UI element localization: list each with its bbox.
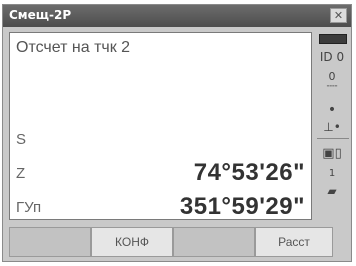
close-button[interactable]: ✕ bbox=[330, 8, 347, 23]
card-icon: ▣▯ bbox=[322, 146, 342, 161]
mode-text: ID 0 bbox=[319, 50, 345, 64]
softkey-bar: КОНФ Расст bbox=[9, 227, 351, 257]
softkey-f1[interactable] bbox=[9, 227, 91, 257]
close-icon: ✕ bbox=[333, 9, 344, 22]
softkey-f3[interactable] bbox=[173, 227, 255, 257]
softkey-konf[interactable]: КОНФ bbox=[91, 227, 173, 257]
title-bar: Смещ-2Р ✕ bbox=[3, 5, 351, 27]
mode-icon: ID 0 bbox=[313, 50, 351, 64]
softkey-label: КОНФ bbox=[115, 235, 149, 249]
row-value: 351°59'29" bbox=[179, 193, 305, 220]
row-label: S bbox=[16, 131, 27, 148]
row-hz: ГУп 351°59'29" bbox=[10, 193, 311, 223]
row-value: 74°53'26" bbox=[193, 159, 305, 186]
row-label: ГУп bbox=[16, 199, 42, 216]
panel-heading: Отсчет на тчк 2 bbox=[16, 39, 131, 56]
softkey-label: Расст bbox=[278, 235, 310, 249]
row-s: S bbox=[10, 125, 311, 155]
reflector-icon: ⊥• bbox=[323, 120, 341, 134]
instrument-screen: Смещ-2Р ✕ Отсчет на тчк 2 S Z 74°53'26" … bbox=[2, 4, 352, 262]
battery-icon bbox=[319, 34, 347, 44]
measurement-panel: Отсчет на тчк 2 S Z 74°53'26" ГУп 351°59… bbox=[9, 32, 312, 220]
tilt-bar-icon: ╌╌ bbox=[326, 82, 338, 92]
status-panel: ID 0 0 ╌╌ • ⊥• ▣▯ 1 ▰ bbox=[313, 32, 351, 220]
row-z: Z 74°53'26" bbox=[10, 159, 311, 189]
page-icon: 1 bbox=[313, 168, 351, 179]
input-mode-icon: ▰ bbox=[327, 184, 337, 198]
window-title: Смещ-2Р bbox=[9, 8, 72, 22]
softkey-rasst[interactable]: Расст bbox=[255, 227, 333, 257]
row-label: Z bbox=[16, 165, 26, 182]
target-icon: • bbox=[327, 102, 337, 118]
page-text: 1 bbox=[328, 168, 336, 179]
